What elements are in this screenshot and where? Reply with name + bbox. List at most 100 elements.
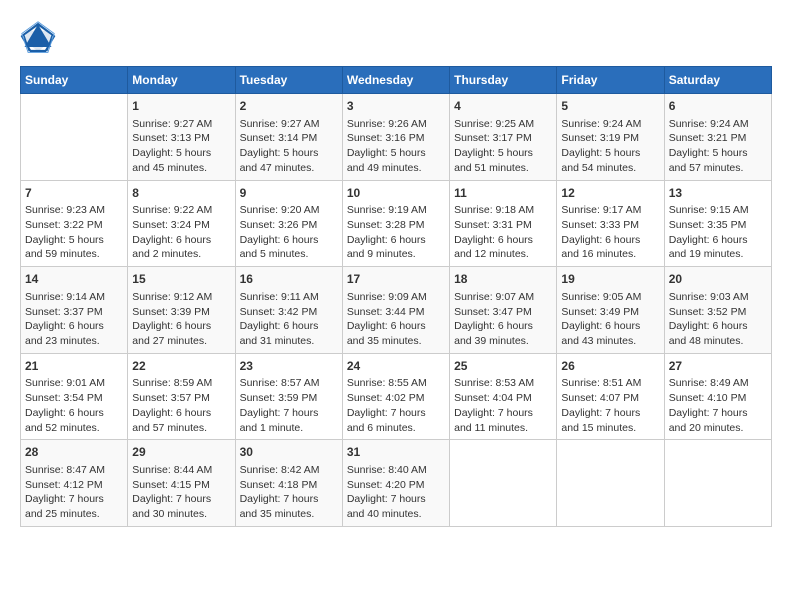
day-info: Daylight: 6 hours (132, 406, 230, 421)
calendar-day-cell: 13Sunrise: 9:15 AMSunset: 3:35 PMDayligh… (664, 180, 771, 267)
day-number: 5 (561, 98, 659, 115)
day-info: and 20 minutes. (669, 421, 767, 436)
day-info: Sunset: 3:49 PM (561, 305, 659, 320)
day-info: and 52 minutes. (25, 421, 123, 436)
day-info: and 57 minutes. (132, 421, 230, 436)
calendar-day-cell: 11Sunrise: 9:18 AMSunset: 3:31 PMDayligh… (450, 180, 557, 267)
day-info: Sunset: 3:35 PM (669, 218, 767, 233)
calendar-day-cell: 15Sunrise: 9:12 AMSunset: 3:39 PMDayligh… (128, 267, 235, 354)
day-info: and 49 minutes. (347, 161, 445, 176)
day-info: Daylight: 7 hours (240, 492, 338, 507)
day-info: Daylight: 7 hours (240, 406, 338, 421)
day-number: 17 (347, 271, 445, 288)
day-info: and 9 minutes. (347, 247, 445, 262)
day-info: Daylight: 6 hours (347, 233, 445, 248)
day-info: Sunrise: 9:01 AM (25, 376, 123, 391)
day-info: Sunrise: 9:05 AM (561, 290, 659, 305)
calendar-header-cell: Tuesday (235, 67, 342, 94)
calendar-day-cell (664, 440, 771, 527)
day-number: 4 (454, 98, 552, 115)
day-info: Sunrise: 9:25 AM (454, 117, 552, 132)
day-info: Daylight: 5 hours (25, 233, 123, 248)
day-number: 26 (561, 358, 659, 375)
day-info: and 48 minutes. (669, 334, 767, 349)
day-info: Daylight: 7 hours (669, 406, 767, 421)
day-info: and 2 minutes. (132, 247, 230, 262)
day-info: Sunrise: 9:09 AM (347, 290, 445, 305)
day-number: 31 (347, 444, 445, 461)
calendar-week-row: 21Sunrise: 9:01 AMSunset: 3:54 PM Dayligh… (21, 353, 772, 440)
day-info: Sunrise: 9:27 AM (240, 117, 338, 132)
day-number: 15 (132, 271, 230, 288)
day-info: Sunrise: 9:24 AM (561, 117, 659, 132)
calendar-week-row: 7Sunrise: 9:23 AMSunset: 3:22 PMDaylight… (21, 180, 772, 267)
day-info: Sunset: 3:19 PM (561, 131, 659, 146)
day-number: 27 (669, 358, 767, 375)
day-info: Sunrise: 9:23 AM (25, 203, 123, 218)
day-info: and 35 minutes. (240, 507, 338, 522)
day-info: Sunrise: 9:14 AM (25, 290, 123, 305)
calendar-header-cell: Wednesday (342, 67, 449, 94)
calendar-day-cell: 14Sunrise: 9:14 AMSunset: 3:37 PMDayligh… (21, 267, 128, 354)
calendar-day-cell: 10Sunrise: 9:19 AMSunset: 3:28 PMDayligh… (342, 180, 449, 267)
day-info: Sunrise: 8:40 AM (347, 463, 445, 478)
day-info: Daylight: 6 hours (240, 233, 338, 248)
day-info: Sunrise: 8:51 AM (561, 376, 659, 391)
calendar-day-cell: 1Sunrise: 9:27 AMSunset: 3:13 PMDaylight… (128, 94, 235, 181)
calendar-day-cell: 5Sunrise: 9:24 AMSunset: 3:19 PMDaylight… (557, 94, 664, 181)
day-info: Sunset: 3:17 PM (454, 131, 552, 146)
day-info: Daylight: 7 hours (561, 406, 659, 421)
day-number: 6 (669, 98, 767, 115)
day-info: Sunset: 3:54 PM (25, 391, 123, 406)
day-number: 24 (347, 358, 445, 375)
calendar-day-cell: 3Sunrise: 9:26 AMSunset: 3:16 PMDaylight… (342, 94, 449, 181)
calendar-day-cell: 31Sunrise: 8:40 AMSunset: 4:20 PMDayligh… (342, 440, 449, 527)
day-info: and 16 minutes. (561, 247, 659, 262)
day-info: Sunrise: 8:44 AM (132, 463, 230, 478)
day-info: Sunset: 3:13 PM (132, 131, 230, 146)
calendar-day-cell: 4 Sunrise: 9:25 AMSunset: 3:17 PMDaylight… (450, 94, 557, 181)
day-info: and 31 minutes. (240, 334, 338, 349)
day-info: Sunset: 3:28 PM (347, 218, 445, 233)
day-info: and 35 minutes. (347, 334, 445, 349)
day-info: Sunset: 4:10 PM (669, 391, 767, 406)
calendar-header-cell: Monday (128, 67, 235, 94)
day-info: Sunrise: 9:17 AM (561, 203, 659, 218)
day-number: 7 (25, 185, 123, 202)
day-info: Sunset: 3:57 PM (132, 391, 230, 406)
calendar-week-row: 14Sunrise: 9:14 AMSunset: 3:37 PMDayligh… (21, 267, 772, 354)
calendar-day-cell: 19Sunrise: 9:05 AMSunset: 3:49 PMDayligh… (557, 267, 664, 354)
day-number: 25 (454, 358, 552, 375)
day-number: 18 (454, 271, 552, 288)
calendar-header-cell: Saturday (664, 67, 771, 94)
calendar-day-cell: 28Sunrise: 8:47 AMSunset: 4:12 PMDayligh… (21, 440, 128, 527)
day-info: and 57 minutes. (669, 161, 767, 176)
day-number: 10 (347, 185, 445, 202)
calendar-day-cell: 23Sunrise: 8:57 AMSunset: 3:59 PMDayligh… (235, 353, 342, 440)
day-info: and 45 minutes. (132, 161, 230, 176)
calendar-day-cell: 7Sunrise: 9:23 AMSunset: 3:22 PMDaylight… (21, 180, 128, 267)
day-info: Sunrise: 8:55 AM (347, 376, 445, 391)
calendar-day-cell (21, 94, 128, 181)
calendar-day-cell: 30Sunrise: 8:42 AMSunset: 4:18 PMDayligh… (235, 440, 342, 527)
day-number: 9 (240, 185, 338, 202)
day-info: and 1 minute. (240, 421, 338, 436)
day-info: Daylight: 5 hours (454, 146, 552, 161)
calendar-header-cell: Sunday (21, 67, 128, 94)
day-info: Daylight: 6 hours (240, 319, 338, 334)
day-info: Sunset: 3:22 PM (25, 218, 123, 233)
day-number: 21 (25, 358, 123, 375)
day-info: Sunset: 4:15 PM (132, 478, 230, 493)
calendar-day-cell: 16Sunrise: 9:11 AMSunset: 3:42 PMDayligh… (235, 267, 342, 354)
day-info: Sunset: 4:07 PM (561, 391, 659, 406)
day-info: Sunset: 3:42 PM (240, 305, 338, 320)
logo-icon (20, 20, 56, 56)
day-number: 2 (240, 98, 338, 115)
day-info: Sunset: 4:12 PM (25, 478, 123, 493)
day-info: Sunrise: 9:18 AM (454, 203, 552, 218)
day-info: Sunrise: 9:26 AM (347, 117, 445, 132)
day-info: Daylight: 7 hours (454, 406, 552, 421)
day-info: Sunrise: 8:42 AM (240, 463, 338, 478)
calendar-table: SundayMondayTuesdayWednesdayThursdayFrid… (20, 66, 772, 527)
day-info: and 12 minutes. (454, 247, 552, 262)
